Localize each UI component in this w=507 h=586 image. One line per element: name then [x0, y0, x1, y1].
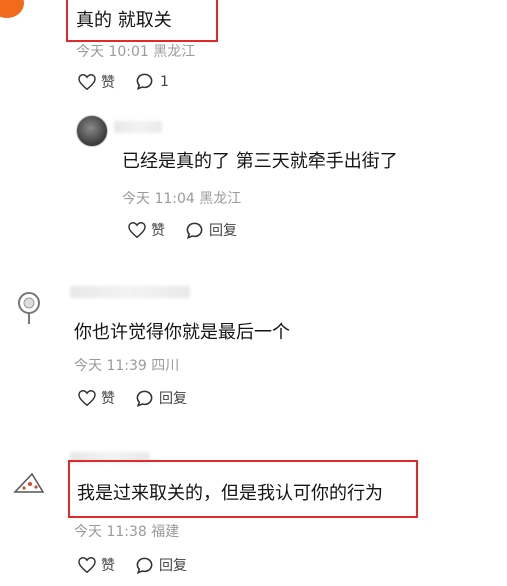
avatar[interactable] [76, 115, 108, 147]
pizza-slice-avatar-icon [13, 472, 45, 493]
comment-text: 我是过来取关的，但是我认可你的行为 [77, 483, 383, 504]
comment-location: 黑龙江 [153, 44, 196, 60]
like-label: 赞 [151, 223, 165, 239]
reply-button[interactable]: 回复 [135, 388, 187, 408]
heart-icon [78, 390, 96, 406]
comment-bubble-icon [185, 221, 204, 240]
reply-label: 回复 [159, 391, 187, 407]
like-button[interactable]: 赞 [128, 220, 165, 240]
heart-icon [78, 74, 96, 90]
avatar[interactable] [14, 290, 44, 326]
comment-meta: 今天 11:38 福建 [74, 521, 179, 541]
like-label: 赞 [101, 75, 115, 91]
username-blurred [114, 121, 162, 133]
avatar[interactable] [0, 0, 24, 18]
like-label: 赞 [101, 558, 115, 574]
username-blurred [70, 286, 190, 298]
reply-button[interactable]: 回复 [185, 220, 237, 240]
heart-icon [128, 222, 146, 238]
comment-location: 黑龙江 [199, 191, 242, 207]
comment-text: 真的 就取关 [76, 10, 172, 31]
reply-label: 回复 [159, 558, 187, 574]
comment-location: 福建 [151, 524, 180, 540]
comment-text: 已经是真的了 第三天就牵手出街了 [122, 151, 398, 172]
comment-time: 今天 11:39 [74, 358, 147, 374]
comment-bubble-icon [135, 389, 154, 408]
comment-time: 今天 10:01 [76, 44, 149, 60]
like-button[interactable]: 赞 [78, 388, 115, 408]
comment-bubble-icon [135, 72, 154, 91]
comment-meta: 今天 11:39 四川 [74, 355, 179, 375]
comment-time: 今天 11:04 [122, 191, 195, 207]
like-label: 赞 [101, 391, 115, 407]
like-button[interactable]: 赞 [78, 555, 115, 575]
heart-icon [78, 557, 96, 573]
reply-count: 1 [160, 73, 169, 90]
reply-count-button[interactable]: 1 [135, 72, 169, 91]
comment-bubble-icon [135, 556, 154, 575]
avatar[interactable] [12, 470, 46, 496]
reply-label: 回复 [209, 223, 237, 239]
comment-meta: 今天 10:01 黑龙江 [76, 41, 195, 61]
comment-text: 你也许觉得你就是最后一个 [74, 322, 290, 343]
comment-meta: 今天 11:04 黑龙江 [122, 188, 241, 208]
comment-time: 今天 11:38 [74, 524, 147, 540]
reply-button[interactable]: 回复 [135, 555, 187, 575]
comment-location: 四川 [151, 358, 180, 374]
like-button[interactable]: 赞 [78, 72, 115, 92]
lollipop-avatar-icon [18, 292, 40, 324]
